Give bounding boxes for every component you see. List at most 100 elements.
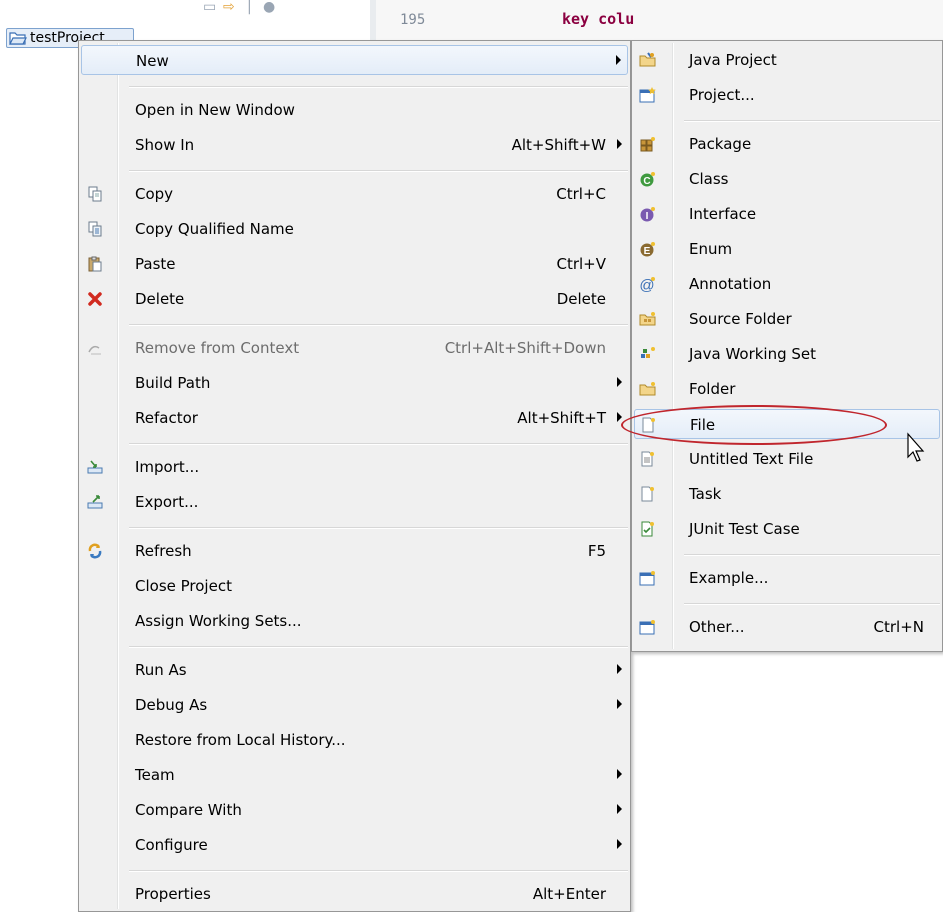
- submenu-item-java-working-set[interactable]: Java Working Set: [634, 339, 940, 369]
- menu-item-shortcut: Ctrl+V: [556, 255, 606, 273]
- java-working-set-icon: [638, 344, 658, 364]
- menu-separator: [129, 527, 628, 529]
- code-text[interactable]: key colu: [562, 10, 634, 28]
- other-icon: [638, 617, 658, 637]
- menu-item-compare-with[interactable]: Compare With: [81, 795, 628, 825]
- class-icon: C: [638, 169, 658, 189]
- menu-item-label: Source Folder: [689, 310, 792, 328]
- submenu-item-annotation[interactable]: @ Annotation: [634, 269, 940, 299]
- forward-arrow-icon[interactable]: ⇨: [223, 0, 235, 14]
- menu-item-shortcut: F5: [587, 542, 606, 560]
- menu-item-label: Refresh: [135, 542, 192, 560]
- menu-item-new[interactable]: New: [81, 45, 628, 75]
- menu-item-label: Copy Qualified Name: [135, 220, 294, 238]
- menu-separator: [684, 603, 940, 605]
- menu-item-build-path[interactable]: Build Path: [81, 368, 628, 398]
- menu-item-label: Build Path: [135, 374, 211, 392]
- menu-item-copy[interactable]: Copy Ctrl+C: [81, 179, 628, 209]
- editor-toolbar: ▭ ⇨ | ●: [195, 0, 315, 18]
- menu-item-restore-local-history[interactable]: Restore from Local History...: [81, 725, 628, 755]
- remove-context-icon: [85, 338, 105, 358]
- interface-icon: I: [638, 204, 658, 224]
- submenu-item-junit-test-case[interactable]: JUnit Test Case: [634, 514, 940, 544]
- submenu-arrow-icon: [617, 804, 622, 814]
- submenu-item-source-folder[interactable]: Source Folder: [634, 304, 940, 334]
- menu-separator: [129, 646, 628, 648]
- menu-item-shortcut: Ctrl+Alt+Shift+Down: [444, 339, 606, 357]
- toolbar-icon[interactable]: ▭: [203, 0, 216, 14]
- menu-item-label: Import...: [135, 458, 200, 476]
- menu-item-label: Java Working Set: [689, 345, 817, 363]
- svg-text:C: C: [643, 176, 650, 187]
- menu-item-label: Team: [135, 766, 175, 784]
- open-folder-icon: [9, 32, 27, 45]
- menu-item-remove-from-context[interactable]: Remove from Context Ctrl+Alt+Shift+Down: [81, 333, 628, 363]
- menu-item-label: Folder: [689, 380, 736, 398]
- enum-icon: E: [638, 239, 658, 259]
- submenu-item-java-project[interactable]: Java Project: [634, 45, 940, 75]
- menu-item-assign-working-sets[interactable]: Assign Working Sets...: [81, 606, 628, 636]
- submenu-arrow-icon: [617, 377, 622, 387]
- menu-item-label: Copy: [135, 185, 174, 203]
- menu-item-label: Debug As: [135, 696, 208, 714]
- untitled-text-file-icon: [638, 449, 658, 469]
- submenu-arrow-icon: [617, 699, 622, 709]
- menu-item-close-project[interactable]: Close Project: [81, 571, 628, 601]
- menu-item-shortcut: Ctrl+N: [873, 618, 924, 636]
- paste-icon: [85, 254, 105, 274]
- menu-separator: [129, 324, 628, 326]
- menu-item-paste[interactable]: Paste Ctrl+V: [81, 249, 628, 279]
- submenu-arrow-icon: [617, 139, 622, 149]
- menu-item-label: Class: [689, 170, 729, 188]
- submenu-item-interface[interactable]: I Interface: [634, 199, 940, 229]
- menu-item-label: Interface: [689, 205, 757, 223]
- project-icon: [638, 85, 658, 105]
- toolbar-dot-icon[interactable]: ●: [263, 0, 275, 14]
- menu-item-label: Java Project: [689, 51, 777, 69]
- menu-item-label: Assign Working Sets...: [135, 612, 302, 630]
- menu-item-debug-as[interactable]: Debug As: [81, 690, 628, 720]
- menu-item-label: Task: [689, 485, 722, 503]
- task-icon: [638, 484, 658, 504]
- submenu-arrow-icon: [617, 769, 622, 779]
- submenu-item-enum[interactable]: E Enum: [634, 234, 940, 264]
- new-submenu: Java Project Project... Package C Class …: [631, 40, 943, 652]
- menu-item-label: Restore from Local History...: [135, 731, 346, 749]
- menu-item-label: Export...: [135, 493, 199, 511]
- editor-area[interactable]: [376, 0, 943, 40]
- svg-text:I: I: [646, 211, 649, 222]
- menu-item-refactor[interactable]: Refactor Alt+Shift+T: [81, 403, 628, 433]
- submenu-item-example[interactable]: Example...: [634, 563, 940, 593]
- menu-item-label: Package: [689, 135, 752, 153]
- submenu-item-package[interactable]: Package: [634, 129, 940, 159]
- submenu-item-project[interactable]: Project...: [634, 80, 940, 110]
- menu-item-run-as[interactable]: Run As: [81, 655, 628, 685]
- submenu-item-untitled-text-file[interactable]: Untitled Text File: [634, 444, 940, 474]
- submenu-arrow-icon: [617, 412, 622, 422]
- submenu-item-folder[interactable]: Folder: [634, 374, 940, 404]
- submenu-item-task[interactable]: Task: [634, 479, 940, 509]
- menu-item-label: Delete: [135, 290, 185, 308]
- submenu-item-other[interactable]: Other... Ctrl+N: [634, 612, 940, 642]
- menu-item-configure[interactable]: Configure: [81, 830, 628, 860]
- submenu-item-class[interactable]: C Class: [634, 164, 940, 194]
- menu-item-refresh[interactable]: Refresh F5: [81, 536, 628, 566]
- menu-item-import[interactable]: Import...: [81, 452, 628, 482]
- menu-separator: [129, 170, 628, 172]
- menu-item-export[interactable]: Export...: [81, 487, 628, 517]
- menu-item-team[interactable]: Team: [81, 760, 628, 790]
- menu-item-copy-qualified-name[interactable]: Copy Qualified Name: [81, 214, 628, 244]
- menu-item-properties[interactable]: Properties Alt+Enter: [81, 879, 628, 909]
- menu-item-delete[interactable]: Delete Delete: [81, 284, 628, 314]
- menu-item-show-in[interactable]: Show In Alt+Shift+W: [81, 130, 628, 160]
- menu-separator: [129, 870, 628, 872]
- menu-item-open-in-new-window[interactable]: Open in New Window: [81, 95, 628, 125]
- menu-item-label: Project...: [689, 86, 755, 104]
- menu-item-shortcut: Alt+Shift+W: [511, 136, 606, 154]
- line-number: 195: [400, 12, 426, 28]
- package-icon: [638, 134, 658, 154]
- submenu-arrow-icon: [617, 839, 622, 849]
- menu-item-label: Close Project: [135, 577, 232, 595]
- menu-item-shortcut: Delete: [556, 290, 606, 308]
- menu-item-label: Enum: [689, 240, 733, 258]
